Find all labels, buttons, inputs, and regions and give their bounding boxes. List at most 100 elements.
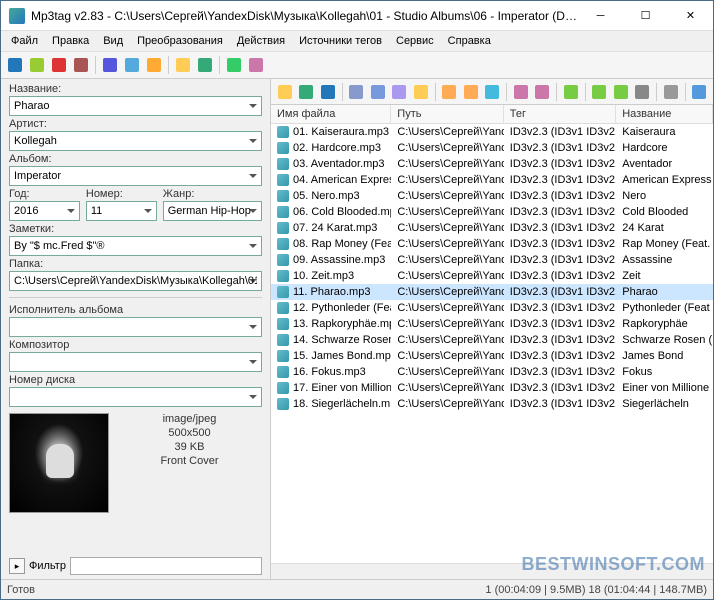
table-row[interactable]: 07. 24 Karat.mp3C:\Users\Сергей\Yande...…	[271, 220, 713, 236]
title-input[interactable]: Pharao	[9, 96, 262, 116]
tag-icon[interactable]	[511, 82, 531, 102]
menu-Источники тегов[interactable]: Источники тегов	[293, 33, 388, 49]
audio-file-icon	[277, 158, 289, 170]
table-row[interactable]: 14. Schwarze Rosen (Fea...C:\Users\Серге…	[271, 332, 713, 348]
menu-Преобразования[interactable]: Преобразования	[131, 33, 229, 49]
table-row[interactable]: 11. Pharao.mp3C:\Users\Сергей\Yande...ID…	[271, 284, 713, 300]
menu-Справка[interactable]: Справка	[442, 33, 497, 49]
artist-input[interactable]: Kollegah	[9, 131, 262, 151]
col-tag[interactable]: Тег	[504, 105, 616, 123]
file-list-panel: Имя файла Путь Тег Название 01. Kaiserau…	[271, 79, 713, 579]
folder-icon[interactable]	[173, 55, 193, 75]
table-row[interactable]: 06. Cold Blooded.mp3C:\Users\Сергей\Yand…	[271, 204, 713, 220]
audio-file-icon	[277, 190, 289, 202]
audio-file-icon	[277, 366, 289, 378]
table-row[interactable]: 09. Assassine.mp3C:\Users\Сергей\Yande..…	[271, 252, 713, 268]
filter-collapse-button[interactable]: ▸	[9, 558, 25, 574]
menu-Файл[interactable]: Файл	[5, 33, 44, 49]
table-row[interactable]: 01. Kaiseraura.mp3C:\Users\Сергей\Yande.…	[271, 124, 713, 140]
filter-input[interactable]	[70, 557, 262, 575]
action-icon[interactable]	[440, 82, 460, 102]
save-icon[interactable]	[318, 82, 338, 102]
folder-icon[interactable]	[275, 82, 295, 102]
export-icon[interactable]	[590, 82, 610, 102]
album-input[interactable]: Imperator	[9, 166, 262, 186]
table-row[interactable]: 08. Rap Money (Feat. Su...C:\Users\Серге…	[271, 236, 713, 252]
audio-file-icon	[277, 142, 289, 154]
audio-file-icon	[277, 126, 289, 138]
menu-Вид[interactable]: Вид	[97, 33, 129, 49]
export-icon[interactable]	[561, 82, 581, 102]
table-row[interactable]: 04. American Express (F...C:\Users\Серге…	[271, 172, 713, 188]
album-label: Альбом:	[9, 153, 262, 165]
audio-file-icon	[277, 318, 289, 330]
col-filename[interactable]: Имя файла	[271, 105, 391, 123]
folder-label: Папка:	[9, 258, 262, 270]
menu-Действия[interactable]: Действия	[231, 33, 291, 49]
delete-icon[interactable]	[49, 55, 69, 75]
notes-label: Заметки:	[9, 223, 262, 235]
audio-file-icon	[277, 286, 289, 298]
audio-file-icon	[277, 334, 289, 346]
table-row[interactable]: 13. Rapkoryphäe.mp3C:\Users\Сергей\Yande…	[271, 316, 713, 332]
album-artist-label: Исполнитель альбома	[9, 304, 262, 316]
export-icon[interactable]	[611, 82, 631, 102]
paste-icon[interactable]	[144, 55, 164, 75]
table-row[interactable]: 16. Fokus.mp3C:\Users\Сергей\Yande...ID3…	[271, 364, 713, 380]
help-icon[interactable]	[690, 82, 710, 102]
audio-file-icon	[277, 254, 289, 266]
table-row[interactable]: 05. Nero.mp3C:\Users\Сергей\Yande...ID3v…	[271, 188, 713, 204]
composer-input[interactable]	[9, 352, 262, 372]
table-row[interactable]: 15. James Bond.mp3C:\Users\Сергей\Yande.…	[271, 348, 713, 364]
menu-Сервис[interactable]: Сервис	[390, 33, 440, 49]
case-icon[interactable]	[390, 82, 410, 102]
action-icon[interactable]	[461, 82, 481, 102]
copy-icon[interactable]	[122, 55, 142, 75]
statusbar: Готов 1 (00:04:09 | 9.5MB) 18 (01:04:44 …	[1, 579, 713, 599]
table-row[interactable]: 02. Hardcore.mp3C:\Users\Сергей\Yande...…	[271, 140, 713, 156]
save-icon[interactable]	[5, 55, 25, 75]
close-button[interactable]: ✕	[668, 1, 713, 30]
main-toolbar	[271, 79, 713, 105]
table-row[interactable]: 18. Siegerlächeln.mp3C:\Users\Сергей\Yan…	[271, 396, 713, 412]
cover-art[interactable]	[9, 413, 109, 513]
menu-Правка[interactable]: Правка	[46, 33, 95, 49]
notes-input[interactable]: By "$ mc.Fred $"®	[9, 236, 262, 256]
table-row[interactable]: 12. Pythonleder (Feat. K...C:\Users\Серг…	[271, 300, 713, 316]
minimize-button[interactable]: ─	[578, 1, 623, 30]
table-header: Имя файла Путь Тег Название	[271, 105, 713, 124]
year-input[interactable]: 2016	[9, 201, 80, 221]
rename-icon[interactable]	[347, 82, 367, 102]
album-artist-input[interactable]	[9, 317, 262, 337]
settings-icon[interactable]	[661, 82, 681, 102]
disc-input[interactable]	[9, 387, 262, 407]
tools-icon[interactable]	[633, 82, 653, 102]
track-input[interactable]: 11	[86, 201, 157, 221]
app-window: Mp3tag v2.83 - C:\Users\Сергей\YandexDis…	[0, 0, 714, 600]
col-path[interactable]: Путь	[391, 105, 503, 123]
maximize-button[interactable]: ☐	[623, 1, 668, 30]
tag-icon[interactable]	[533, 82, 553, 102]
web-icon[interactable]	[483, 82, 503, 102]
tag-icon[interactable]	[246, 55, 266, 75]
cut-icon[interactable]	[71, 55, 91, 75]
genre-input[interactable]: German Hip-Hop	[163, 201, 262, 221]
col-name[interactable]: Название	[616, 105, 713, 123]
undo-icon[interactable]	[100, 55, 120, 75]
audio-file-icon	[277, 206, 289, 218]
refresh-icon[interactable]	[297, 82, 317, 102]
folder-icon[interactable]	[411, 82, 431, 102]
table-row[interactable]: 10. Zeit.mp3C:\Users\Сергей\Yande...ID3v…	[271, 268, 713, 284]
play-icon[interactable]	[224, 55, 244, 75]
audio-file-icon	[277, 382, 289, 394]
audio-file-icon	[277, 238, 289, 250]
table-row[interactable]: 17. Einer von Millionen (...C:\Users\Сер…	[271, 380, 713, 396]
refresh-icon[interactable]	[195, 55, 215, 75]
folder-input[interactable]: C:\Users\Сергей\YandexDisk\Музыка\Kolleg…	[9, 271, 262, 291]
horizontal-scrollbar[interactable]	[271, 563, 713, 579]
number-icon[interactable]	[368, 82, 388, 102]
table-row[interactable]: 03. Aventador.mp3C:\Users\Сергей\Yande..…	[271, 156, 713, 172]
status-left: Готов	[7, 584, 485, 596]
year-label: Год:	[9, 188, 80, 200]
disk-icon[interactable]	[27, 55, 47, 75]
